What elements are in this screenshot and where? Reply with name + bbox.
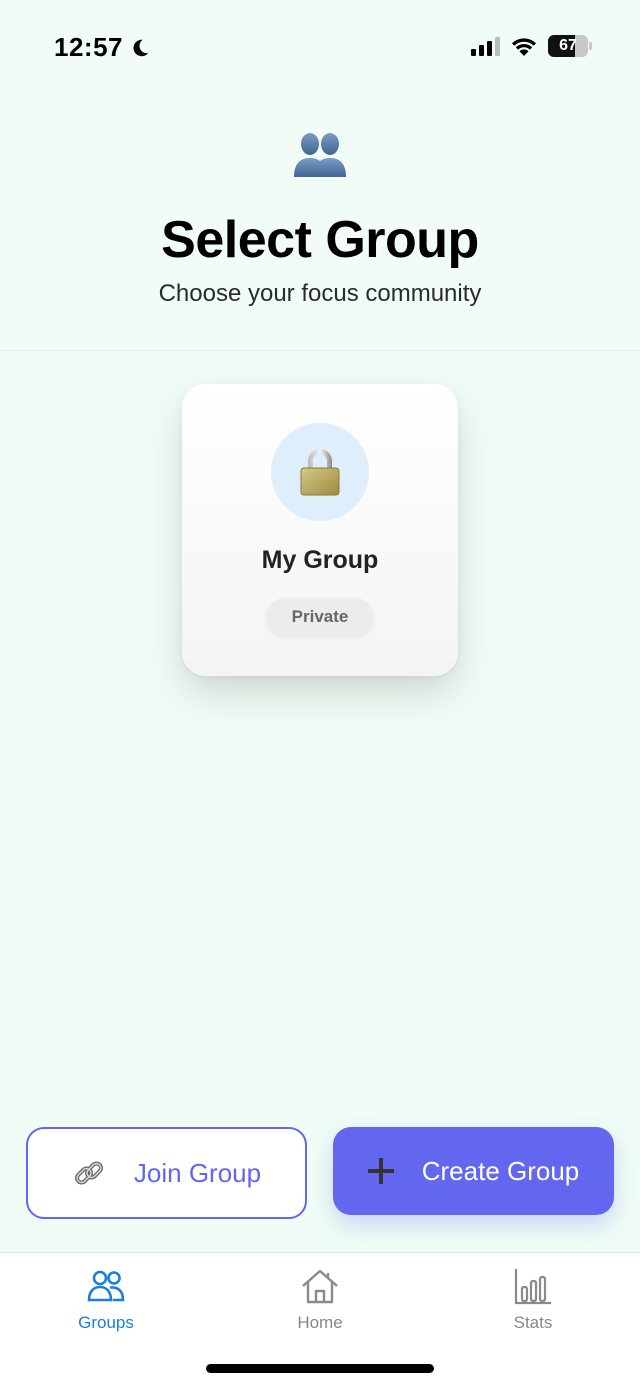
join-group-button[interactable]: Join Group [26, 1127, 307, 1219]
bar-chart-icon [514, 1269, 551, 1305]
group-card-my-group[interactable]: My Group Private [182, 384, 458, 676]
header-divider [0, 350, 640, 351]
status-time: 12:57 [54, 32, 123, 62]
page-title: Select Group [161, 211, 479, 269]
lock-icon [300, 449, 340, 496]
tab-home[interactable]: Home [260, 1267, 380, 1333]
groups-icon [87, 1270, 125, 1302]
group-icon-circle [271, 423, 369, 521]
wifi-icon [512, 38, 536, 56]
home-indicator[interactable] [206, 1364, 434, 1373]
tab-stats[interactable]: Stats [473, 1267, 593, 1333]
battery-percentage: 67 [559, 37, 577, 54]
cellular-signal-icon [471, 36, 500, 56]
two-people-icon [294, 133, 346, 177]
link-icon [74, 1161, 103, 1185]
join-group-label: Join Group [133, 1157, 262, 1188]
battery-icon: 67 [548, 35, 592, 57]
privacy-badge: Private [266, 598, 374, 636]
tab-groups[interactable]: Groups [46, 1267, 166, 1333]
group-name: My Group [261, 546, 379, 574]
create-group-label: Create Group [421, 1155, 580, 1186]
tab-label-groups: Groups [78, 1313, 134, 1332]
page-subtitle: Choose your focus community [158, 280, 482, 307]
header: Select Group Choose your focus community [0, 130, 640, 308]
tab-label-stats: Stats [513, 1313, 553, 1332]
tab-label-home: Home [297, 1313, 343, 1332]
status-bar: 12:57 67 [0, 0, 640, 96]
home-icon [302, 1269, 338, 1304]
create-group-button[interactable]: Create Group [333, 1127, 614, 1215]
moon-icon [133, 39, 149, 56]
plus-icon [367, 1158, 394, 1184]
status-time-group: 12:57 [54, 32, 151, 63]
status-indicators: 67 [471, 35, 592, 57]
